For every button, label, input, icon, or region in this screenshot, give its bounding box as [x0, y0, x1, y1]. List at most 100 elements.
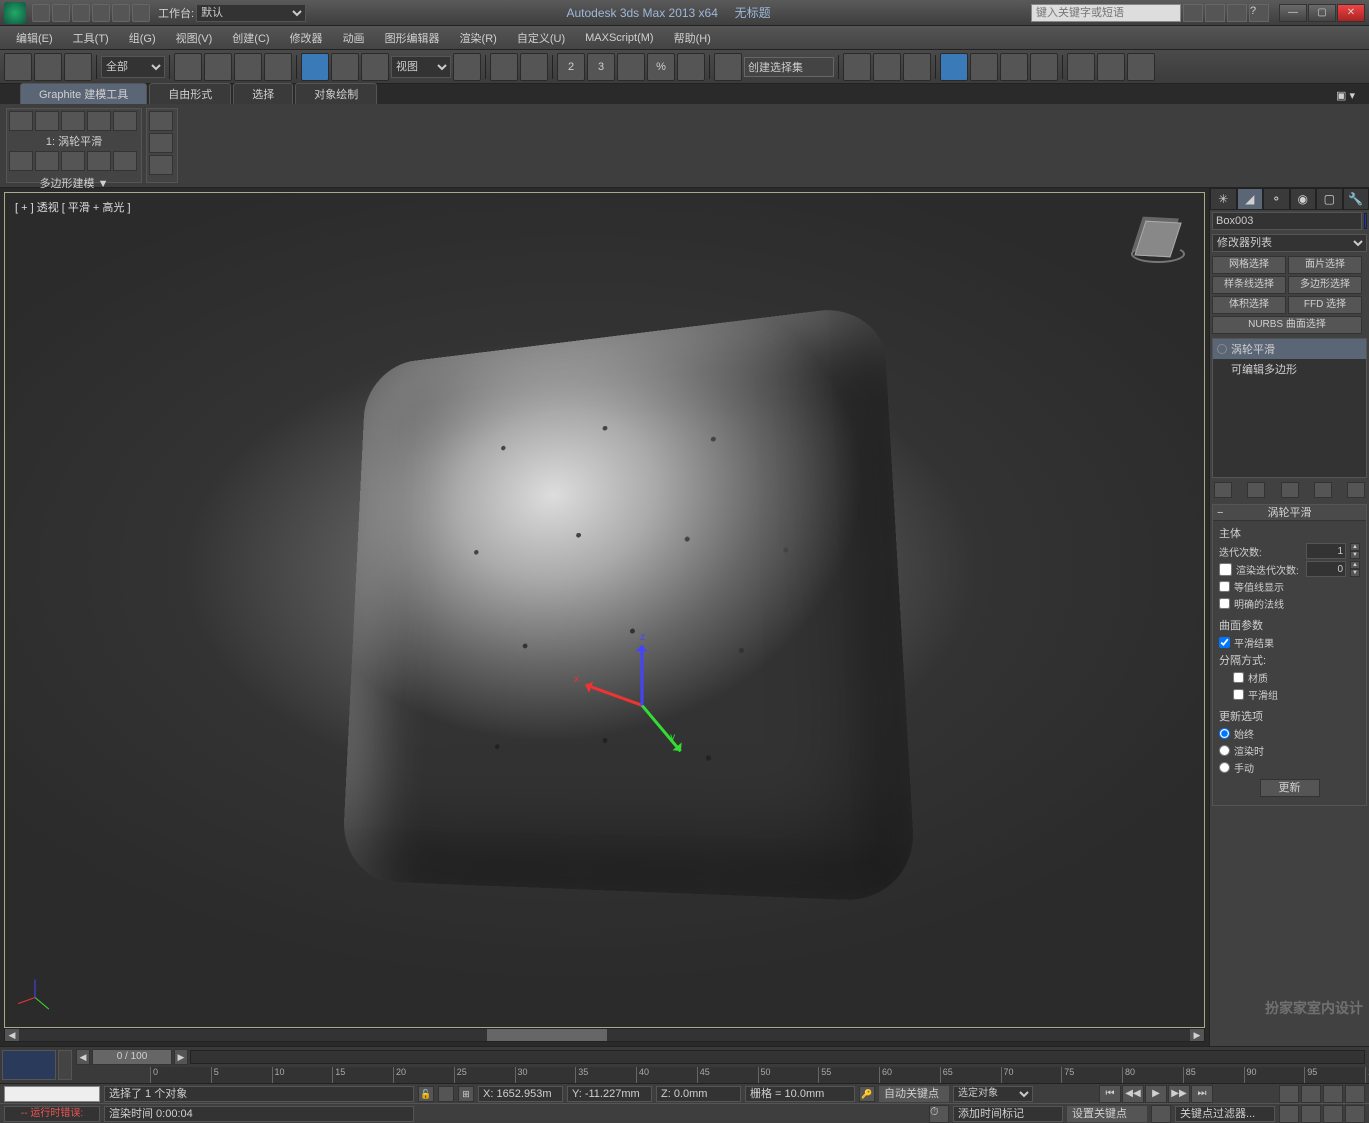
- graphite-toggle-icon[interactable]: [940, 53, 968, 81]
- goto-end-icon[interactable]: ⏭: [1191, 1085, 1213, 1103]
- modifier-stack[interactable]: 涡轮平滑 可编辑多边形: [1212, 338, 1367, 478]
- scroll-right-icon[interactable]: ▶: [1190, 1029, 1204, 1041]
- render-icon[interactable]: [1127, 53, 1155, 81]
- time-ruler[interactable]: 0510152025303540455055606570758085909510…: [150, 1067, 1365, 1083]
- selection-filter[interactable]: 全部: [101, 56, 165, 78]
- trackbar-toggle-icon[interactable]: [58, 1050, 72, 1080]
- nav-pan-icon[interactable]: [1279, 1105, 1299, 1123]
- ref-coord-system[interactable]: 视图: [391, 56, 451, 78]
- script-mini-listener[interactable]: [4, 1086, 100, 1102]
- render-setup-icon[interactable]: [1067, 53, 1095, 81]
- next-key-icon[interactable]: ▶▶: [1168, 1085, 1190, 1103]
- setkey-button[interactable]: 设置关键点: [1067, 1106, 1147, 1122]
- qat-link-icon[interactable]: [132, 4, 150, 22]
- nav-fov-icon[interactable]: [1323, 1085, 1343, 1103]
- qat-redo-icon[interactable]: [112, 4, 130, 22]
- menu-help[interactable]: 帮助(H): [664, 27, 721, 49]
- sel-mesh[interactable]: 网格选择: [1212, 256, 1286, 274]
- tab-motion-icon[interactable]: ◉: [1290, 188, 1317, 210]
- menu-maxscript[interactable]: MAXScript(M): [575, 29, 663, 47]
- spinner-snap-icon[interactable]: [677, 53, 705, 81]
- scroll-left-icon[interactable]: ◀: [5, 1029, 19, 1041]
- gr-btn1[interactable]: [9, 151, 33, 171]
- nav-zoom-extents-icon[interactable]: [1345, 1085, 1365, 1103]
- coord-z[interactable]: Z: 0.0mm: [656, 1086, 741, 1102]
- poly-element-icon[interactable]: [113, 111, 137, 131]
- align-icon[interactable]: [873, 53, 901, 81]
- configure-sets-icon[interactable]: [1347, 482, 1365, 498]
- goto-start-icon[interactable]: ⏮: [1099, 1085, 1121, 1103]
- qat-open-icon[interactable]: [52, 4, 70, 22]
- pin-stack-icon[interactable]: [1214, 482, 1232, 498]
- material-editor-icon[interactable]: [1030, 53, 1058, 81]
- manipulate-icon[interactable]: [490, 53, 518, 81]
- ribbon-collapse-icon[interactable]: ▣ ▾: [1330, 87, 1361, 104]
- qat-new-icon[interactable]: [32, 4, 50, 22]
- when-render-radio[interactable]: [1219, 745, 1230, 756]
- tab-create-icon[interactable]: ✳: [1210, 188, 1237, 210]
- tab-graphite-modeling[interactable]: Graphite 建模工具: [20, 83, 147, 104]
- select-move-icon[interactable]: [301, 53, 329, 81]
- gr-btn2[interactable]: [35, 151, 59, 171]
- gr-btn4[interactable]: [87, 151, 111, 171]
- poly-vert-icon[interactable]: [9, 111, 33, 131]
- poly-border-icon[interactable]: [61, 111, 85, 131]
- coord-x[interactable]: X: 1652.953m: [478, 1086, 563, 1102]
- viewport-scrollbar[interactable]: ◀ ▶: [4, 1028, 1205, 1042]
- gr-btn3[interactable]: [61, 151, 85, 171]
- poly-face-icon[interactable]: [87, 111, 111, 131]
- tab-modify-icon[interactable]: ◢: [1237, 188, 1264, 210]
- object-name-field[interactable]: [1212, 212, 1362, 230]
- sel-ffd[interactable]: FFD 选择: [1288, 296, 1362, 314]
- rollout-header[interactable]: 涡轮平滑: [1213, 505, 1366, 521]
- percent-snap-icon[interactable]: %: [647, 53, 675, 81]
- menu-animation[interactable]: 动画: [333, 27, 375, 49]
- gr-btn5[interactable]: [113, 151, 137, 171]
- object-color-swatch[interactable]: [1364, 213, 1367, 229]
- sel-spline[interactable]: 样条线选择: [1212, 276, 1286, 294]
- sel-patch[interactable]: 面片选择: [1288, 256, 1362, 274]
- close-button[interactable]: ✕: [1337, 4, 1365, 22]
- edit-named-sel-icon[interactable]: [714, 53, 742, 81]
- add-time-tag[interactable]: 添加时间标记: [953, 1106, 1063, 1122]
- favorites-icon[interactable]: [1227, 4, 1247, 22]
- keyboard-shortcut-icon[interactable]: [520, 53, 548, 81]
- mirror-icon[interactable]: [843, 53, 871, 81]
- iterations-down-icon[interactable]: ▼: [1350, 551, 1360, 559]
- remove-mod-icon[interactable]: [1314, 482, 1332, 498]
- workspace-select[interactable]: 默认: [196, 4, 306, 22]
- isolate-icon[interactable]: [438, 1086, 454, 1102]
- help-icon[interactable]: ?: [1249, 4, 1269, 22]
- gr-side2[interactable]: [149, 133, 173, 153]
- render-frame-icon[interactable]: [1097, 53, 1125, 81]
- modifier-label[interactable]: 1: 涡轮平滑: [9, 133, 139, 151]
- next-frame-icon[interactable]: ▶: [174, 1049, 188, 1065]
- key-filter-select[interactable]: 选定对象: [953, 1086, 1033, 1102]
- by-smgroup-checkbox[interactable]: [1233, 689, 1244, 700]
- trackbar-box[interactable]: [2, 1050, 56, 1080]
- schematic-icon[interactable]: [1000, 53, 1028, 81]
- menu-customize[interactable]: 自定义(U): [507, 27, 575, 49]
- angle-snap-icon[interactable]: [617, 53, 645, 81]
- iterations-up-icon[interactable]: ▲: [1350, 543, 1360, 551]
- nav-maximize-icon[interactable]: [1345, 1105, 1365, 1123]
- bind-icon[interactable]: [64, 53, 92, 81]
- modifier-list-dropdown[interactable]: 修改器列表: [1212, 234, 1367, 252]
- search-input[interactable]: [1031, 4, 1181, 22]
- menu-tools[interactable]: 工具(T): [63, 27, 119, 49]
- menu-grapheditors[interactable]: 图形编辑器: [375, 27, 450, 49]
- mesh-object[interactable]: x y z: [325, 319, 885, 879]
- app-icon[interactable]: [4, 2, 26, 24]
- autokey-button[interactable]: 自动关键点: [879, 1086, 949, 1102]
- gr-side1[interactable]: [149, 111, 173, 131]
- update-button[interactable]: 更新: [1260, 779, 1320, 797]
- nav-zoom-icon[interactable]: [1279, 1085, 1299, 1103]
- nav-zoom-all-icon[interactable]: [1301, 1085, 1321, 1103]
- select-rotate-icon[interactable]: [331, 53, 359, 81]
- play-icon[interactable]: ▶: [1145, 1085, 1167, 1103]
- qat-undo-icon[interactable]: [92, 4, 110, 22]
- tab-hierarchy-icon[interactable]: ⚬: [1263, 188, 1290, 210]
- select-object-icon[interactable]: [174, 53, 202, 81]
- make-unique-icon[interactable]: [1281, 482, 1299, 498]
- key-filters-button[interactable]: 关键点过滤器...: [1175, 1106, 1275, 1122]
